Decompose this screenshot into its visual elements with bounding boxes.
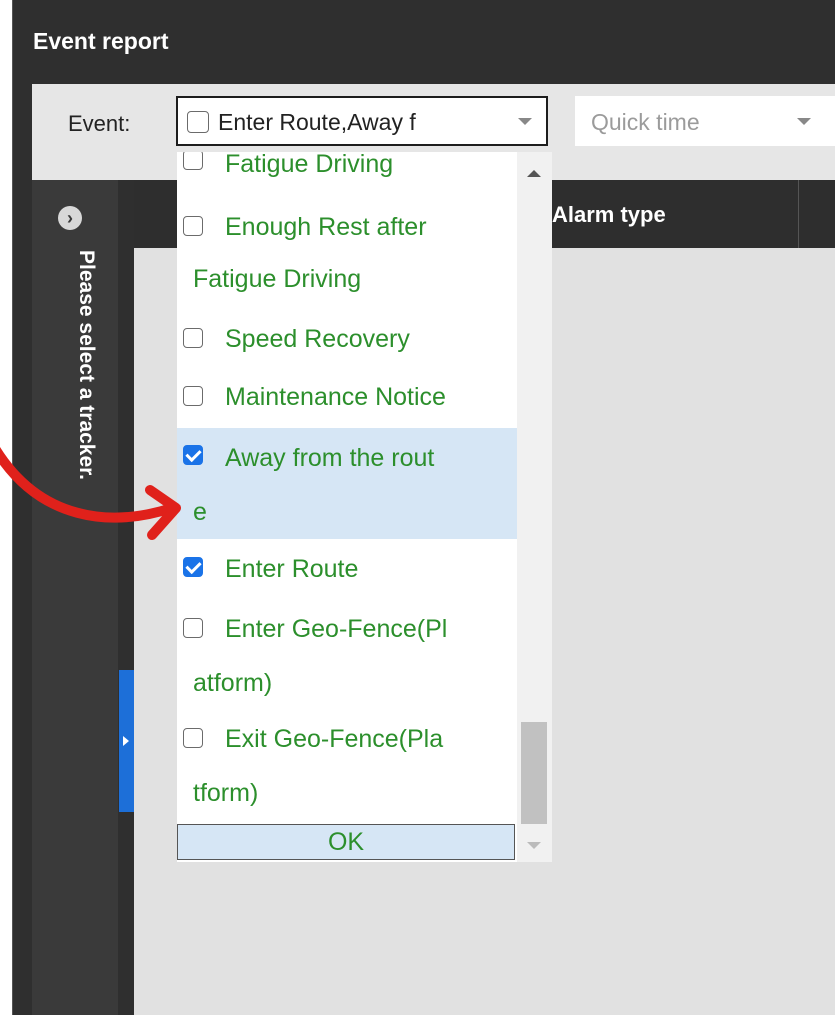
option-checkbox[interactable] <box>183 728 203 748</box>
option-checkbox[interactable] <box>183 216 203 236</box>
option-checkbox-checked[interactable] <box>183 557 203 577</box>
option-fatigue-driving[interactable]: Fatigue Driving <box>177 152 517 188</box>
option-enter-route[interactable]: Enter Route <box>177 542 517 598</box>
option-exit-geo-fence[interactable]: Exit Geo-Fence(Pla tform) <box>177 712 517 824</box>
option-away-from-route[interactable]: Away from the rout e <box>177 428 517 539</box>
event-options-list: Fatigue Driving Enough Rest after Fatigu… <box>177 152 517 862</box>
scroll-down-icon[interactable] <box>527 842 541 849</box>
event-dropdown: Fatigue Driving Enough Rest after Fatigu… <box>177 152 552 862</box>
option-label-continued: atform) <box>193 669 273 697</box>
option-label-continued: e <box>193 498 207 526</box>
option-label-continued: tform) <box>193 779 259 807</box>
chevron-down-icon[interactable] <box>797 118 811 125</box>
ok-button[interactable]: OK <box>177 824 515 860</box>
select-all-checkbox[interactable] <box>187 111 209 133</box>
collapse-arrow-icon[interactable]: › <box>58 206 82 230</box>
option-label-continued: Fatigue Driving <box>193 265 362 293</box>
expand-arrow-icon[interactable] <box>123 736 129 746</box>
option-checkbox-checked[interactable] <box>183 445 203 465</box>
select-tracker-message: Please select a tracker. <box>75 250 98 481</box>
column-divider <box>798 180 799 248</box>
event-label: Event: <box>68 111 131 136</box>
option-enough-rest[interactable]: Enough Rest after Fatigue Driving <box>177 200 517 308</box>
event-select[interactable]: Enter Route,Away f <box>176 96 548 146</box>
option-label: Enter Route <box>225 555 359 583</box>
option-label: Enter Geo-Fence(Pl <box>225 615 448 643</box>
option-maintenance-notice[interactable]: Maintenance Notice <box>177 370 517 428</box>
scroll-up-icon[interactable] <box>527 170 541 177</box>
option-enter-geo-fence[interactable]: Enter Geo-Fence(Pl atform) <box>177 602 517 712</box>
option-label: Enough Rest after <box>225 213 427 241</box>
option-speed-recovery[interactable]: Speed Recovery <box>177 312 517 368</box>
option-label: Speed Recovery <box>225 325 410 353</box>
quick-time-select[interactable]: Quick time <box>575 96 835 146</box>
option-checkbox[interactable] <box>183 618 203 638</box>
scrollbar-thumb[interactable] <box>521 722 547 824</box>
window-title: Event report <box>33 28 169 54</box>
option-label: Fatigue Driving <box>225 152 394 178</box>
option-checkbox[interactable] <box>183 328 203 348</box>
option-checkbox[interactable] <box>183 152 203 170</box>
option-checkbox[interactable] <box>183 386 203 406</box>
event-select-value: Enter Route,Away f <box>218 109 416 135</box>
column-header-alarm-type[interactable]: Alarm type <box>552 202 666 228</box>
quick-time-placeholder: Quick time <box>591 109 700 135</box>
tracker-side-panel: › Please select a tracker. <box>32 180 118 1015</box>
chevron-down-icon[interactable] <box>518 118 532 125</box>
option-label: Exit Geo-Fence(Pla <box>225 725 444 753</box>
option-label: Away from the rout <box>225 444 435 472</box>
option-label: Maintenance Notice <box>225 383 446 411</box>
dropdown-scrollbar[interactable] <box>517 152 552 862</box>
